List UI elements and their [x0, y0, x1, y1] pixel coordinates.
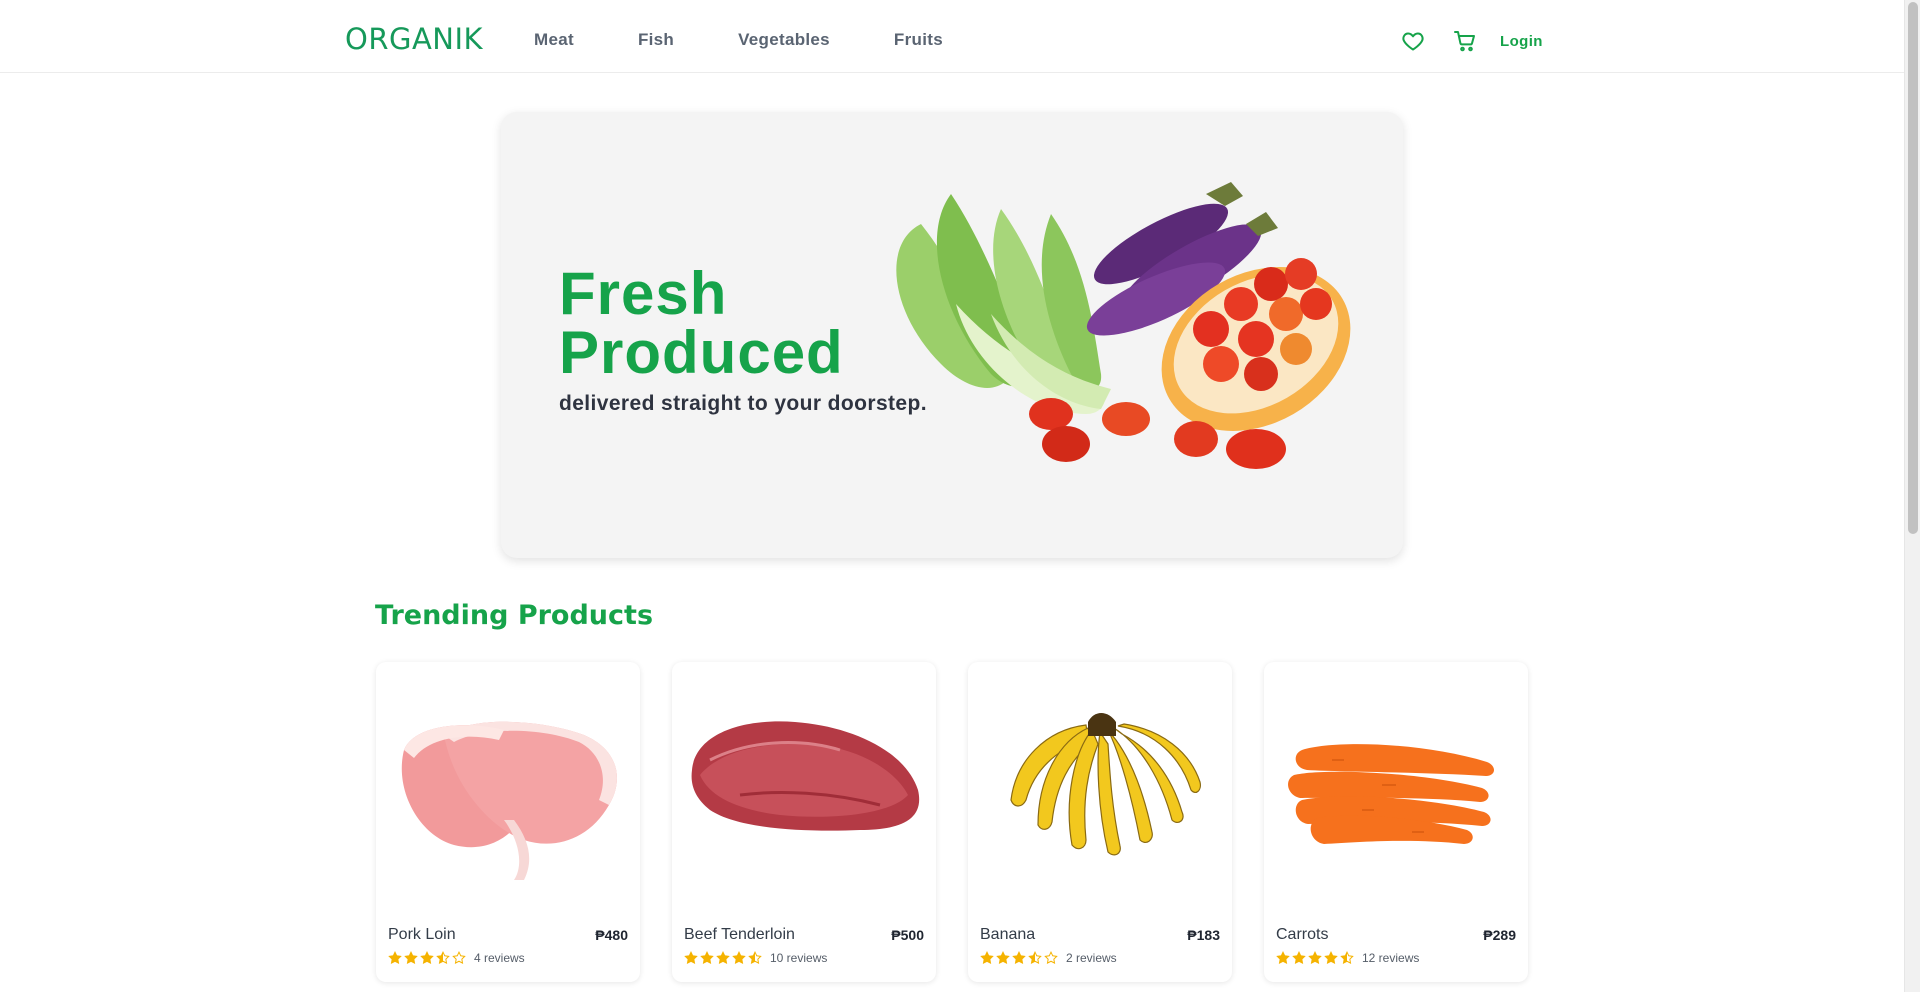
star-full-icon [1012, 951, 1026, 965]
nav-item-meat[interactable]: Meat [534, 30, 574, 50]
star-full-icon [980, 951, 994, 965]
star-half-icon [1028, 951, 1042, 965]
product-price: ₱480 [595, 927, 628, 943]
star-full-icon [716, 951, 730, 965]
star-empty-icon [452, 951, 466, 965]
star-full-icon [388, 951, 402, 965]
star-full-icon [1308, 951, 1322, 965]
carrots-image [1288, 744, 1495, 844]
banana-image [1010, 713, 1201, 856]
nav-item-fish[interactable]: Fish [638, 30, 674, 50]
review-count: 2 reviews [1066, 951, 1117, 965]
scrollbar-thumb[interactable] [1908, 2, 1918, 534]
vegetables-image [896, 182, 1351, 469]
product-price: ₱289 [1483, 927, 1516, 943]
star-full-icon [420, 951, 434, 965]
main-nav: Meat Fish Vegetables Fruits [534, 30, 1007, 50]
star-full-icon [700, 951, 714, 965]
star-full-icon [996, 951, 1010, 965]
product-rating: 2 reviews [980, 951, 1117, 965]
trending-products-heading: Trending Products [375, 600, 654, 631]
nav-item-vegetables[interactable]: Vegetables [738, 30, 830, 50]
pork-loin-image [401, 721, 617, 880]
product-price: ₱500 [891, 927, 924, 943]
login-button[interactable]: Login [1500, 33, 1543, 50]
star-full-icon [1276, 951, 1290, 965]
product-name: Pork Loin [388, 926, 456, 943]
review-count: 4 reviews [474, 951, 525, 965]
star-full-icon [1292, 951, 1306, 965]
heart-icon[interactable] [1400, 28, 1426, 54]
star-full-icon [684, 951, 698, 965]
star-half-icon [1340, 951, 1354, 965]
product-card[interactable]: Banana ₱183 2 reviews [968, 662, 1232, 982]
product-name: Banana [980, 926, 1036, 943]
product-price: ₱183 [1187, 927, 1220, 943]
star-empty-icon [1044, 951, 1058, 965]
site-header: ORGANIK Meat Fish Vegetables Fruits Logi… [0, 0, 1904, 73]
product-name: Beef Tenderloin [684, 926, 795, 943]
page-scrollbar[interactable] [1904, 0, 1920, 992]
header-actions: Login [1400, 28, 1543, 54]
star-half-icon [748, 951, 762, 965]
product-rating: 12 reviews [1276, 951, 1419, 965]
product-card[interactable]: Carrots ₱289 12 reviews [1264, 662, 1528, 982]
beef-tenderloin-image [691, 721, 920, 831]
bok-choy-illustration [896, 194, 1111, 414]
review-count: 10 reviews [770, 951, 828, 965]
nav-item-fruits[interactable]: Fruits [894, 30, 943, 50]
brand-logo[interactable]: ORGANIK [345, 22, 483, 56]
star-full-icon [1324, 951, 1338, 965]
product-card[interactable]: Pork Loin ₱480 4 reviews [376, 662, 640, 982]
hero-banner: Fresh Produced delivered straight to you… [501, 112, 1403, 558]
star-half-icon [436, 951, 450, 965]
review-count: 12 reviews [1362, 951, 1420, 965]
star-full-icon [404, 951, 418, 965]
product-rating: 10 reviews [684, 951, 827, 965]
product-card[interactable]: Beef Tenderloin ₱500 10 reviews [672, 662, 936, 982]
product-name: Carrots [1276, 926, 1329, 943]
product-rating: 4 reviews [388, 951, 525, 965]
star-full-icon [732, 951, 746, 965]
cart-icon[interactable] [1452, 28, 1478, 54]
hero-title: Fresh Produced [559, 260, 844, 386]
